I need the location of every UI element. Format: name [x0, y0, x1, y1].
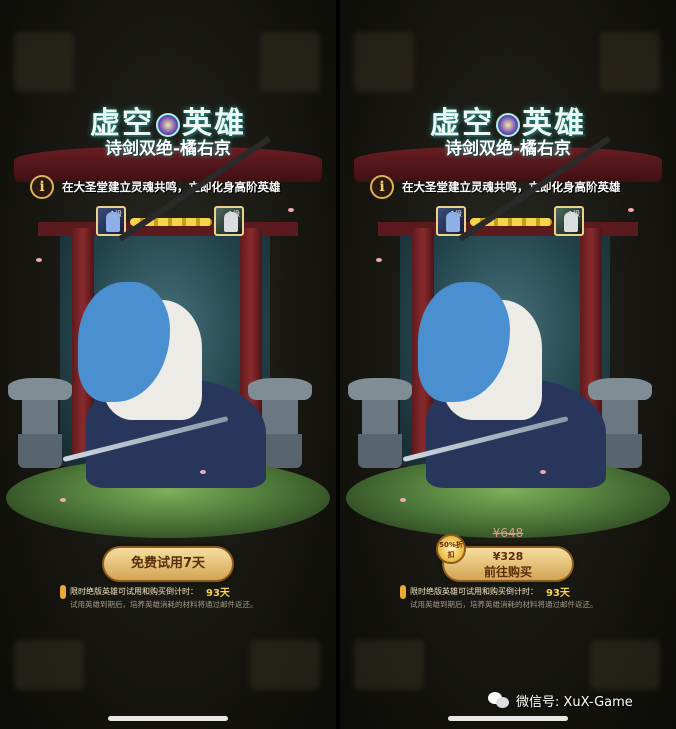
countdown-days: 93天: [206, 588, 230, 599]
discount-badge: 50%折扣: [436, 534, 466, 564]
petal: [60, 498, 66, 502]
background-tile: [260, 32, 320, 92]
trial-note: 试用英雄到期后，培养英雄消耗的材料将通过邮件返还。: [410, 600, 598, 609]
stone-lantern: [348, 378, 412, 468]
info-row: i 在大圣堂建立灵魂共鸣，立即化身高阶英雄: [370, 175, 664, 199]
hero-portrait-icon: [224, 212, 238, 232]
right-screen: 虚空英雄 诗剑双绝-橘右京 i 在大圣堂建立灵魂共鸣，立即化身高阶英雄 1级 1…: [340, 0, 676, 729]
home-indicator[interactable]: [448, 716, 568, 721]
watermark: 微信号: XuX-Game: [488, 690, 633, 710]
watermark-text: 微信号: XuX-Game: [516, 694, 633, 710]
free-trial-button[interactable]: 免费试用7天: [102, 546, 234, 582]
event-description: 在大圣堂建立灵魂共鸣，立即化身高阶英雄: [62, 180, 281, 194]
hourglass-icon: [60, 584, 66, 599]
hero-card-after[interactable]: 1级: [554, 206, 584, 236]
petal: [36, 258, 42, 262]
hero-name: 诗剑双绝-橘右京: [104, 139, 232, 159]
background-tile: [590, 640, 660, 690]
background-tile: [14, 640, 84, 690]
background-tile: [354, 640, 424, 690]
petal: [400, 498, 406, 502]
hero-portrait-icon: [446, 212, 460, 232]
countdown-row: 限时绝版英雄可试用和购买倒计时： 93天: [60, 584, 326, 599]
petal: [288, 208, 294, 212]
countdown-row: 限时绝版英雄可试用和购买倒计时： 93天: [400, 584, 666, 599]
background-tile: [354, 32, 414, 92]
petal: [376, 258, 382, 262]
countdown-label: 限时绝版英雄可试用和购买倒计时：: [410, 587, 538, 596]
countdown-days: 93天: [546, 588, 570, 599]
hourglass-icon: [400, 584, 406, 599]
petal: [200, 470, 206, 474]
hero-card-before[interactable]: 1级: [96, 206, 126, 236]
hero-card-before[interactable]: 1级: [436, 206, 466, 236]
info-icon[interactable]: i: [370, 175, 394, 199]
hero-upgrade-cards: 1级 1级: [436, 206, 586, 238]
original-price: ¥648: [492, 526, 524, 540]
background-tile: [600, 32, 660, 92]
purchase-label: 前往购买: [483, 565, 532, 579]
petal: [628, 208, 634, 212]
trial-note: 试用英雄到期后，培养英雄消耗的材料将通过邮件返还。: [70, 600, 258, 609]
hero-portrait-icon: [106, 212, 120, 232]
hero-card-after[interactable]: 1级: [214, 206, 244, 236]
info-icon[interactable]: i: [30, 175, 54, 199]
event-description: 在大圣堂建立灵魂共鸣，立即化身高阶英雄: [402, 180, 621, 194]
stone-lantern: [8, 378, 72, 468]
wechat-icon: [488, 690, 510, 710]
hero-portrait-icon: [564, 212, 578, 232]
petal: [540, 470, 546, 474]
home-indicator[interactable]: [108, 716, 228, 721]
background-tile: [14, 32, 74, 92]
countdown-label: 限时绝版英雄可试用和购买倒计时：: [70, 587, 198, 596]
hero-name: 诗剑双绝-橘右京: [444, 139, 572, 159]
left-screen: 虚空英雄 诗剑双绝-橘右京 i 在大圣堂建立灵魂共鸣，立即化身高阶英雄 1级 1…: [0, 0, 336, 729]
hero-upgrade-cards: 1级 1级: [96, 206, 246, 238]
background-tile: [250, 640, 320, 690]
info-row: i 在大圣堂建立灵魂共鸣，立即化身高阶英雄: [30, 175, 324, 199]
